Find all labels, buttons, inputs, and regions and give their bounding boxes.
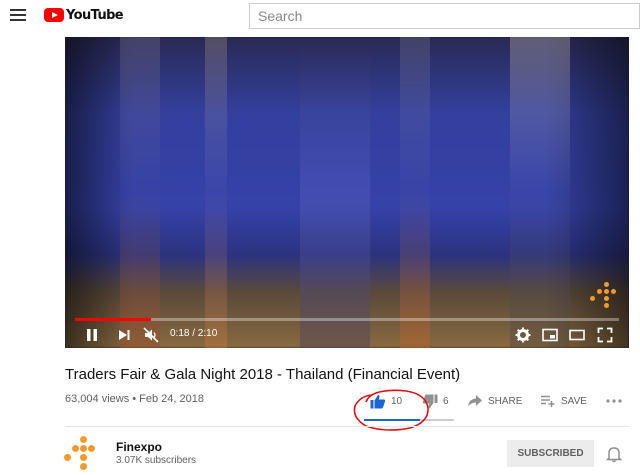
youtube-logo[interactable]: YouTube	[44, 6, 124, 24]
progress-fill	[75, 318, 152, 321]
video-player[interactable]: 0:18 / 2:10	[65, 37, 629, 348]
like-button[interactable]: 10	[370, 391, 402, 411]
more-horizontal-icon	[606, 399, 622, 403]
video-blur-stripe	[510, 37, 570, 348]
notification-bell-icon[interactable]	[606, 445, 622, 463]
next-icon[interactable]	[117, 327, 131, 343]
logo-text: YouTube	[66, 7, 124, 23]
share-button[interactable]: SHARE	[467, 391, 522, 411]
top-bar: YouTube	[0, 0, 640, 32]
video-blur-stripe	[120, 37, 160, 348]
dislike-count: 6	[443, 395, 449, 407]
time-display: 0:18 / 2:10	[170, 328, 218, 339]
like-ratio-fill	[364, 419, 420, 421]
video-blur-stripe	[205, 37, 227, 348]
channel-avatar[interactable]	[64, 436, 104, 470]
miniplayer-icon[interactable]	[542, 327, 558, 343]
video-blur-stripe	[300, 37, 370, 348]
dislike-button[interactable]: 6	[422, 391, 449, 411]
youtube-play-icon	[44, 8, 64, 22]
like-count: 10	[391, 395, 403, 407]
share-icon	[468, 395, 482, 407]
thumbs-up-icon	[370, 394, 386, 408]
fullscreen-icon[interactable]	[597, 327, 613, 343]
divider	[65, 426, 629, 427]
like-dislike-ratio-bar	[364, 419, 454, 421]
pause-icon[interactable]	[85, 327, 99, 343]
finexpo-watermark	[589, 282, 619, 308]
mute-icon[interactable]	[143, 327, 159, 343]
hamburger-menu-icon[interactable]	[10, 8, 26, 22]
player-controls: 0:18 / 2:10	[65, 322, 629, 348]
video-title: Traders Fair & Gala Night 2018 - Thailan…	[65, 366, 461, 383]
progress-bar[interactable]	[75, 318, 619, 321]
share-label: SHARE	[488, 395, 523, 407]
subscriber-count: 3.07K subscribers	[116, 455, 197, 466]
subscribed-button[interactable]: SUBSCRIBED	[507, 440, 594, 467]
video-blur-stripe	[400, 37, 430, 348]
view-count-date: 63,004 views • Feb 24, 2018	[65, 393, 204, 405]
add-to-playlist-icon	[541, 395, 555, 407]
thumbs-down-icon	[422, 394, 438, 408]
channel-name[interactable]: Finexpo	[116, 440, 162, 454]
more-actions-button[interactable]	[605, 391, 628, 411]
save-button[interactable]: SAVE	[540, 391, 587, 411]
search-input[interactable]	[249, 3, 640, 29]
settings-icon[interactable]	[515, 327, 531, 343]
theater-icon[interactable]	[569, 327, 585, 343]
save-label: SAVE	[561, 395, 587, 407]
